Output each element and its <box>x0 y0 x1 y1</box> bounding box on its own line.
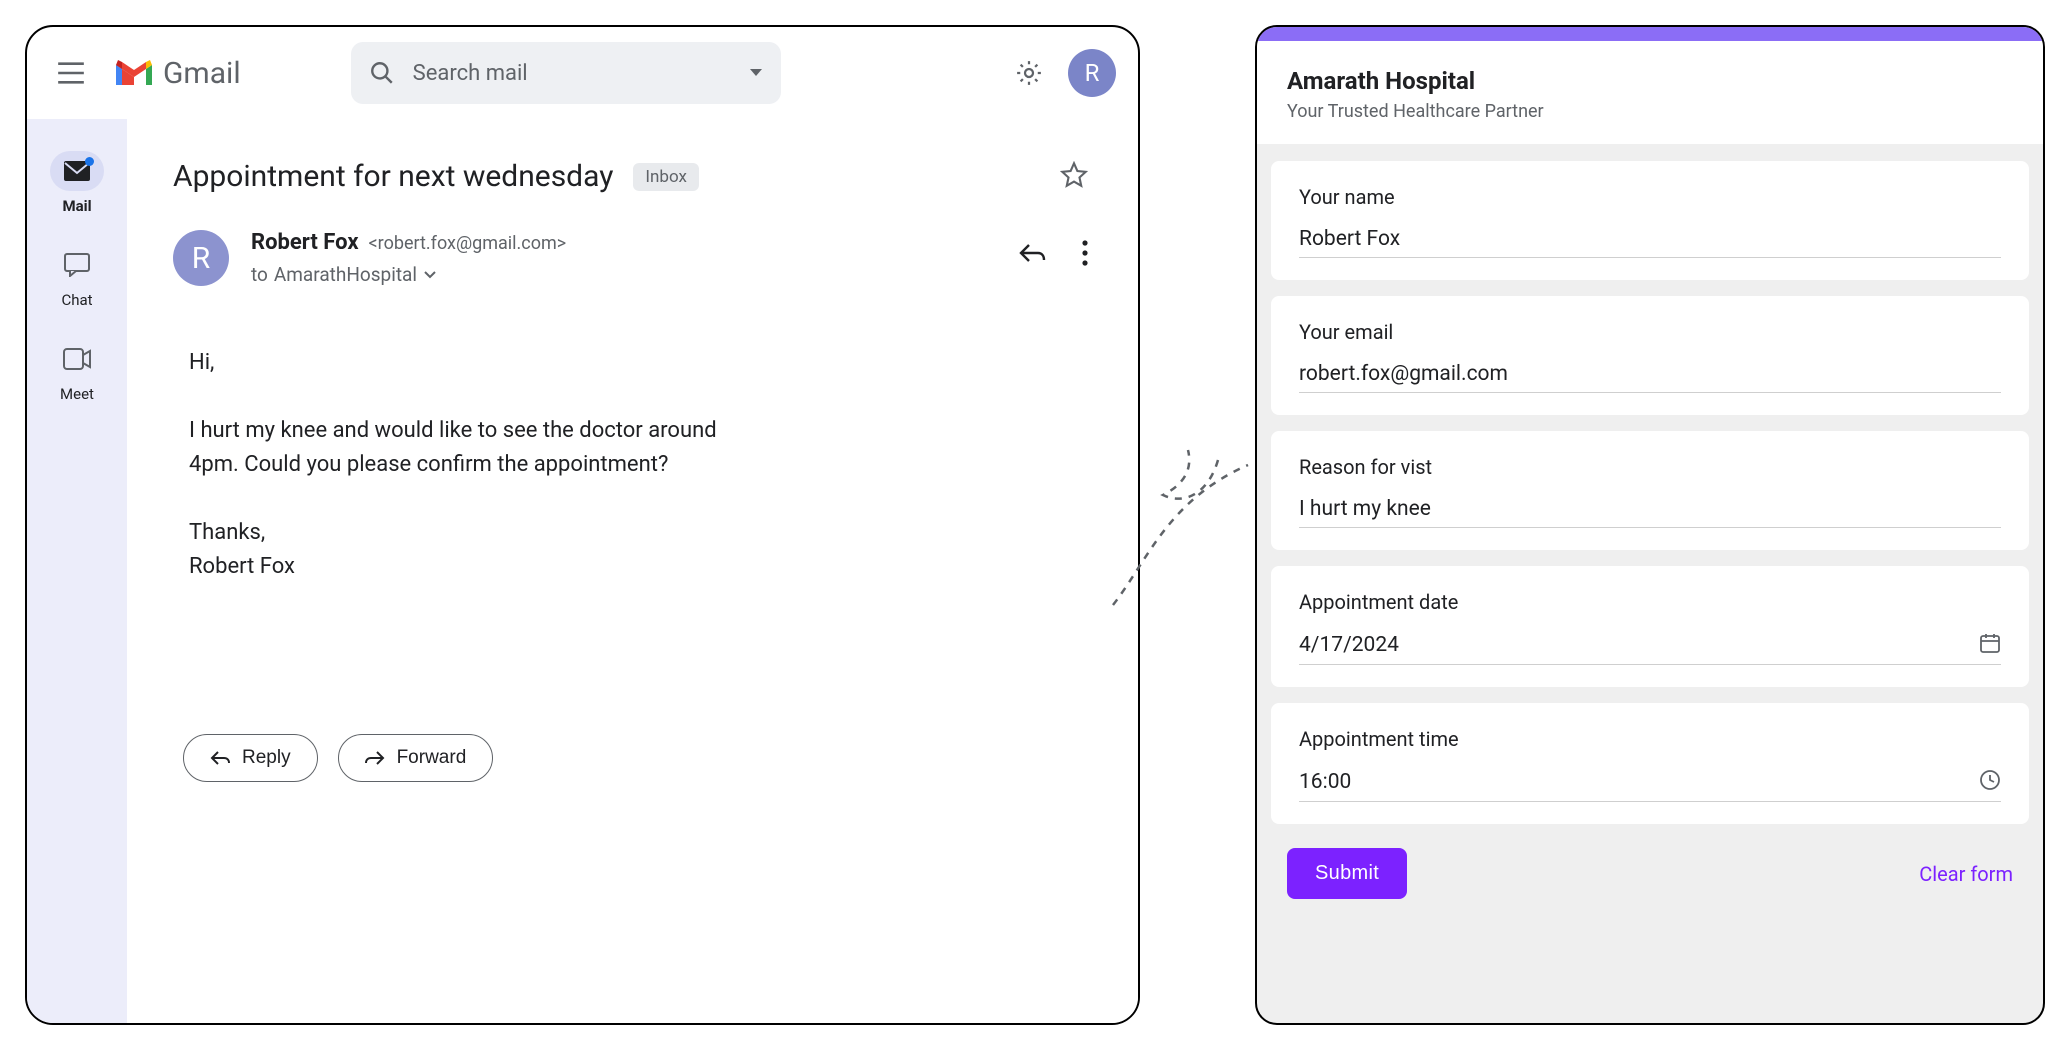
form-accent-bar <box>1257 27 2043 41</box>
email-greeting: Hi, <box>189 346 1088 380</box>
recipient-name: AmarathHospital <box>274 263 417 286</box>
reply-icon <box>210 750 230 766</box>
field-label: Your email <box>1299 320 2001 344</box>
form-field-email: Your email <box>1271 296 2029 415</box>
sender-initial: R <box>192 241 211 276</box>
gear-icon[interactable] <box>1014 58 1044 88</box>
star-icon <box>1060 161 1088 189</box>
sender-avatar[interactable]: R <box>173 230 229 286</box>
gmail-header: Gmail Search mail R <box>27 27 1138 119</box>
email-main-text: I hurt my knee and would like to see the… <box>189 414 769 482</box>
forward-icon <box>365 750 385 766</box>
sidebar-label: Meet <box>60 385 94 403</box>
notification-dot <box>85 157 94 166</box>
field-label: Appointment date <box>1299 590 2001 614</box>
search-bar[interactable]: Search mail <box>351 42 781 104</box>
more-icon[interactable] <box>1082 240 1088 266</box>
search-icon <box>369 60 395 86</box>
reply-arrow-icon[interactable] <box>1018 241 1046 265</box>
gmail-sidebar: Mail Chat Meet <box>27 119 127 1023</box>
chevron-down-icon <box>423 270 437 280</box>
account-avatar[interactable]: R <box>1068 49 1116 97</box>
clear-form-link[interactable]: Clear form <box>1919 862 2013 886</box>
reason-input[interactable] <box>1299 497 2001 521</box>
field-label: Reason for vist <box>1299 455 2001 479</box>
menu-button[interactable] <box>49 51 93 95</box>
meet-icon <box>63 348 91 370</box>
sidebar-item-mail[interactable]: Mail <box>50 151 104 215</box>
star-button[interactable] <box>1060 161 1088 193</box>
email-action-buttons: Reply Forward <box>183 734 1088 782</box>
sidebar-item-chat[interactable]: Chat <box>50 245 104 309</box>
form-subtitle: Your Trusted Healthcare Partner <box>1287 101 2013 122</box>
email-pane: Appointment for next wednesday Inbox R R… <box>127 119 1138 1023</box>
form-header: Amarath Hospital Your Trusted Healthcare… <box>1257 41 2043 145</box>
chevron-down-icon[interactable] <box>749 68 763 78</box>
email-body: Hi, I hurt my knee and would like to see… <box>189 346 1088 584</box>
recipient-row[interactable]: to AmarathHospital <box>251 263 996 286</box>
form-title: Amarath Hospital <box>1287 67 2013 95</box>
inbox-chip[interactable]: Inbox <box>633 163 699 191</box>
clock-icon[interactable] <box>1979 769 2001 795</box>
header-actions: R <box>1014 49 1116 97</box>
gmail-body: Mail Chat Meet Appointment for next wedn… <box>27 119 1138 1023</box>
date-input[interactable] <box>1299 633 1967 657</box>
gmail-window: Gmail Search mail R Mail <box>25 25 1140 1025</box>
message-actions <box>1018 240 1088 266</box>
sender-name: Robert Fox <box>251 230 359 255</box>
email-input[interactable] <box>1299 362 2001 386</box>
field-label: Your name <box>1299 185 2001 209</box>
form-field-time: Appointment time <box>1271 703 2029 824</box>
time-input[interactable] <box>1299 770 1967 794</box>
hamburger-icon <box>57 62 85 84</box>
gmail-logo[interactable]: Gmail <box>113 56 241 91</box>
submit-button[interactable]: Submit <box>1287 848 1407 899</box>
field-label: Appointment time <box>1299 727 2001 751</box>
sidebar-label: Mail <box>62 197 91 215</box>
form-footer: Submit Clear form <box>1257 824 2043 923</box>
email-header-row: Appointment for next wednesday Inbox <box>173 159 1088 194</box>
form-field-reason: Reason for vist <box>1271 431 2029 550</box>
form-window: Amarath Hospital Your Trusted Healthcare… <box>1255 25 2045 1025</box>
forward-button[interactable]: Forward <box>338 734 494 782</box>
sidebar-item-meet[interactable]: Meet <box>50 339 104 403</box>
gmail-logo-text: Gmail <box>163 56 241 91</box>
email-subject: Appointment for next wednesday <box>173 159 613 194</box>
recipient-prefix: to <box>251 263 268 286</box>
name-input[interactable] <box>1299 227 2001 251</box>
gmail-logo-icon <box>113 57 155 89</box>
sender-row: R Robert Fox <robert.fox@gmail.com> to A… <box>173 230 1088 286</box>
chat-icon <box>64 253 90 277</box>
search-placeholder: Search mail <box>413 61 731 86</box>
email-closing: Thanks, Robert Fox <box>189 516 1088 584</box>
form-field-name: Your name <box>1271 161 2029 280</box>
avatar-letter: R <box>1085 59 1100 87</box>
sidebar-label: Chat <box>61 291 92 309</box>
calendar-icon[interactable] <box>1979 632 2001 658</box>
reply-button[interactable]: Reply <box>183 734 318 782</box>
form-field-date: Appointment date <box>1271 566 2029 687</box>
sender-email: <robert.fox@gmail.com> <box>369 233 567 254</box>
